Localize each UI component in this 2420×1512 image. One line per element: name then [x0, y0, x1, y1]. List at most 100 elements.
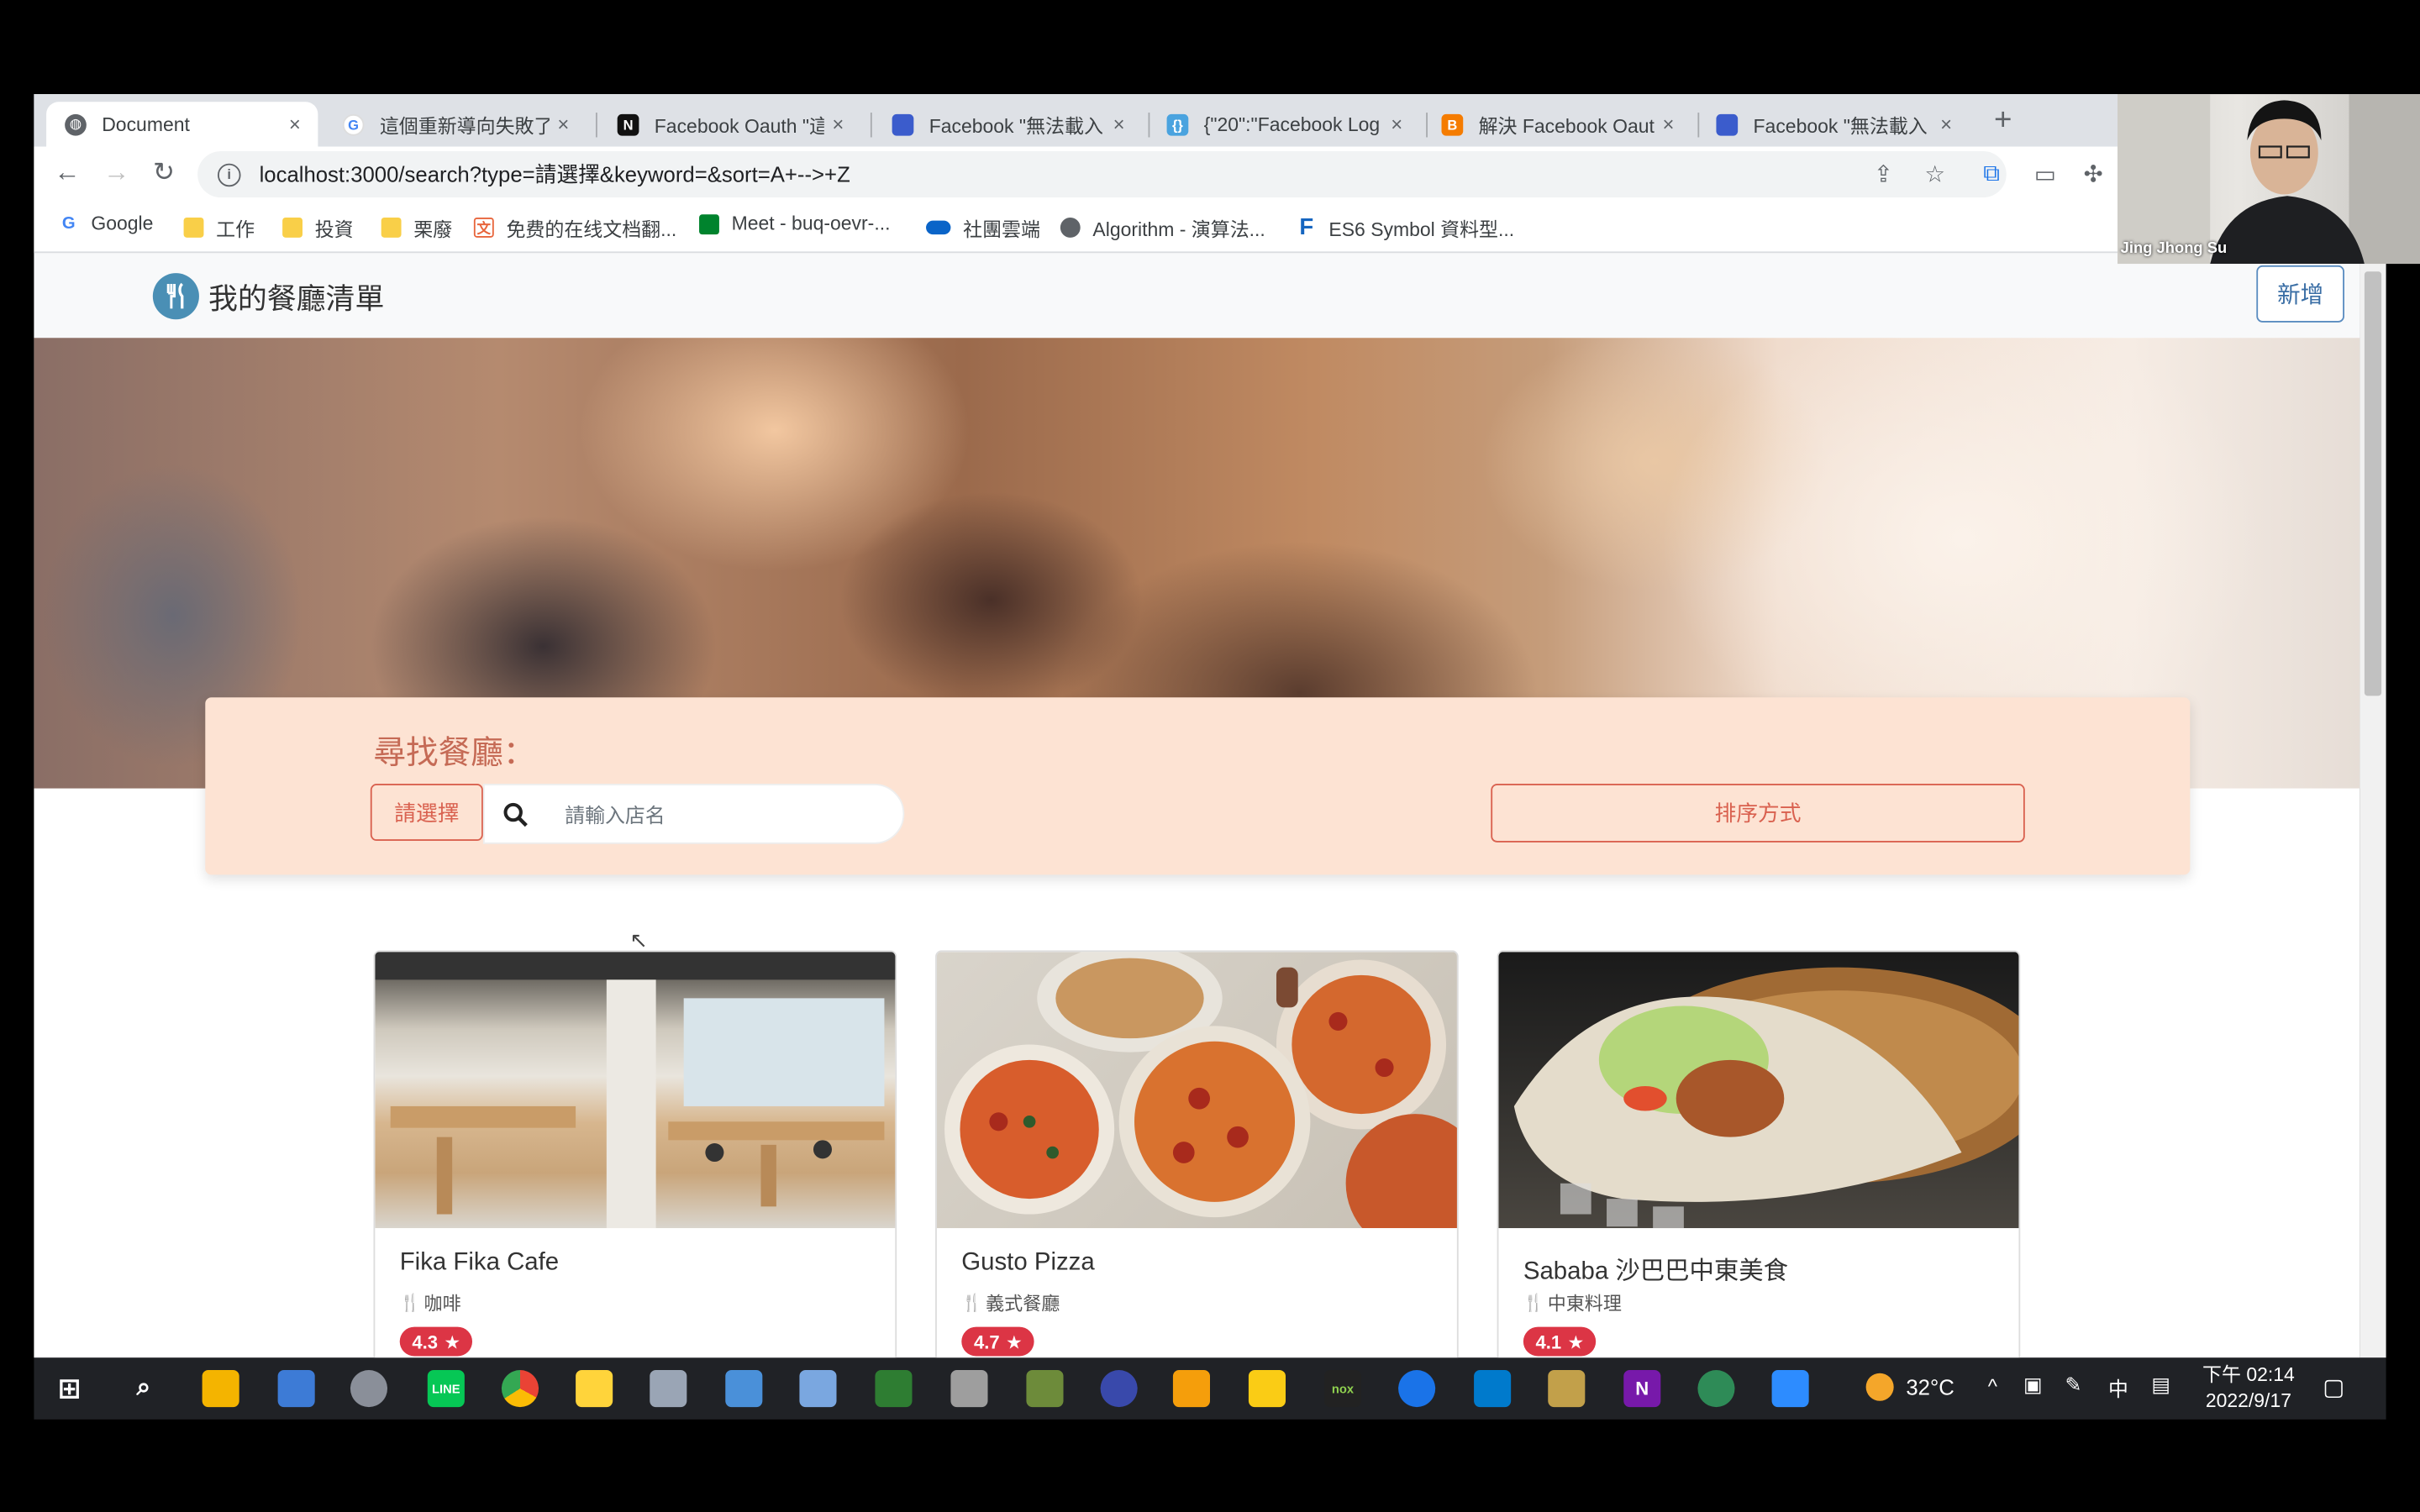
close-icon[interactable]: ×	[1933, 113, 1960, 136]
app-icon[interactable]	[650, 1370, 687, 1408]
page-scrollbar[interactable]	[2360, 253, 2386, 1358]
app-icon[interactable]	[1172, 1370, 1211, 1408]
bookmark-translate[interactable]: 文 免费的在线文档翻...	[473, 213, 676, 242]
app-icon[interactable]	[1697, 1370, 1735, 1408]
app-icon[interactable]	[1100, 1370, 1138, 1408]
tab-document[interactable]: ◍ Document ×	[46, 102, 318, 147]
google-icon: G	[342, 113, 365, 135]
brand-link[interactable]: 我的餐廳清單	[152, 273, 384, 320]
url-text[interactable]: localhost:3000/search?type=請選擇&keyword=&…	[260, 159, 850, 190]
restaurant-image[interactable]	[1498, 952, 2019, 1229]
translate-icon[interactable]: ⧉	[1983, 160, 2000, 186]
clock[interactable]: 下午 02:14 2022/9/17	[2202, 1362, 2295, 1415]
sticky-notes-icon[interactable]	[1248, 1370, 1286, 1408]
forward-icon[interactable]: →	[103, 157, 129, 188]
close-icon[interactable]: ×	[824, 113, 852, 136]
f-icon: F	[1299, 214, 1314, 241]
rating-value: 4.3	[412, 1331, 439, 1352]
restaurant-card[interactable]: Fika Fika Cafe 🍴 咖啡 4.3 ★	[373, 950, 897, 1358]
app-icon[interactable]	[1548, 1370, 1586, 1408]
app-icon[interactable]	[875, 1370, 913, 1408]
new-tab-button[interactable]: +	[1994, 103, 2012, 139]
restaurant-image[interactable]	[375, 952, 896, 1229]
search-icon[interactable]: ⌕	[125, 1370, 162, 1407]
restaurant-card[interactable]: Sababa 沙巴巴中東美食 🍴 中東料理 4.1 ★	[1497, 950, 2021, 1358]
star-icon: ★	[1567, 1331, 1585, 1352]
vscode-icon[interactable]	[1474, 1370, 1512, 1408]
ime-indicator[interactable]: 中	[2108, 1373, 2128, 1403]
notification-icon[interactable]: ▢	[2323, 1373, 2344, 1401]
bookmark-label: 工作	[216, 218, 255, 241]
bookmark-google[interactable]: G Google	[59, 213, 154, 234]
reload-icon[interactable]: ↻	[153, 157, 175, 188]
file-explorer-icon[interactable]	[202, 1370, 239, 1408]
info-icon[interactable]: i	[217, 162, 241, 186]
tray-chevron-icon[interactable]: ^	[1988, 1375, 1997, 1399]
restaurant-card[interactable]: Gusto Pizza 🍴 義式餐廳 4.7 ★	[935, 950, 1459, 1358]
app-icon[interactable]	[576, 1370, 613, 1408]
video-call-thumbnail: Jing Jhong Su	[2118, 94, 2420, 265]
nox-icon[interactable]: nox	[1323, 1370, 1362, 1408]
tab-facebook-load-2[interactable]: Facebook "無法載入 ×	[1697, 102, 1969, 146]
windows-start-icon[interactable]: ⊞	[51, 1370, 88, 1407]
rating-badge: 4.7 ★	[961, 1326, 1035, 1357]
bookmark-onedrive[interactable]: 社團雲端	[926, 213, 1040, 242]
close-icon[interactable]: ×	[281, 113, 308, 136]
close-icon[interactable]: ×	[1383, 113, 1411, 136]
address-bar[interactable]: i localhost:3000/search?type=請選擇&keyword…	[197, 151, 2007, 198]
bookmark-algorithm[interactable]: Algorithm - 演算法...	[1060, 213, 1265, 242]
minecraft-icon[interactable]	[1026, 1370, 1064, 1408]
app-icon[interactable]	[950, 1370, 988, 1408]
cast-icon[interactable]: ▭	[2034, 160, 2056, 188]
tab-facebook-load[interactable]: Facebook "無法載入 ×	[874, 102, 1143, 146]
onedrive-icon	[926, 220, 951, 235]
utensils-icon: 🍴	[1523, 1294, 1545, 1314]
bookmark-label: ES6 Symbol 資料型...	[1328, 218, 1515, 241]
tab-redirect-failed[interactable]: G 這個重新導向失敗了 ×	[324, 102, 587, 146]
paint-icon[interactable]	[799, 1370, 837, 1408]
star-icon[interactable]: ☆	[1924, 160, 1945, 188]
tab-solve-oauth[interactable]: B 解決 Facebook Oaut ×	[1423, 102, 1691, 146]
tab-json-log[interactable]: {} {"20":"Facebook Log ×	[1149, 102, 1420, 146]
keyboard-icon[interactable]: ▤	[2151, 1373, 2170, 1398]
app-icon[interactable]	[277, 1370, 315, 1408]
weather-widget[interactable]: 32°C	[1865, 1373, 1954, 1401]
scrollbar-thumb[interactable]	[2364, 271, 2382, 696]
close-icon[interactable]: ×	[1105, 113, 1133, 136]
bookmark-folder-misc[interactable]: 栗廢	[381, 213, 452, 242]
blogger-icon: B	[1441, 113, 1464, 135]
bookmark-es6[interactable]: F ES6 Symbol 資料型...	[1297, 213, 1514, 242]
bookmark-folder-work[interactable]: 工作	[183, 213, 255, 242]
app-icon[interactable]	[725, 1370, 763, 1408]
pen-icon[interactable]: ✎	[2065, 1373, 2082, 1398]
tab-facebook-oauth[interactable]: N Facebook Oauth "這 ×	[599, 102, 861, 146]
rating-value: 4.1	[1535, 1331, 1562, 1352]
back-icon[interactable]: ←	[54, 157, 80, 188]
bookmark-folder-invest[interactable]: 投資	[282, 213, 354, 242]
globe-icon: ◍	[65, 113, 87, 135]
search-title: 尋找餐廳：	[373, 736, 536, 772]
restaurant-image[interactable]	[936, 952, 1457, 1229]
extensions-icon[interactable]: ✣	[2084, 160, 2103, 188]
sort-button[interactable]: 排序方式	[1491, 784, 2025, 843]
line-icon[interactable]: LINE	[427, 1370, 465, 1408]
network-icon[interactable]: ▣	[2023, 1373, 2043, 1398]
share-icon[interactable]: ⇪	[1874, 160, 1893, 188]
maps-icon[interactable]	[1398, 1370, 1436, 1408]
zoom-icon[interactable]	[1771, 1370, 1809, 1408]
tab-title: 這個重新導向失敗了	[379, 115, 550, 138]
category-select-button[interactable]: 請選擇	[370, 784, 483, 842]
translate-icon: 文	[473, 217, 494, 238]
close-icon[interactable]: ×	[1655, 113, 1682, 136]
bookmark-meet[interactable]: Meet - buq-oevr-...	[699, 213, 890, 234]
chrome-icon[interactable]	[501, 1370, 539, 1408]
bookmark-label: 投資	[314, 218, 354, 241]
windows-taskbar: ⊞ ⌕ LINE nox N 32°C ^ ▣ ✎ 中 ▤ 下午 02:14 2…	[34, 1357, 2386, 1420]
onenote-icon[interactable]: N	[1623, 1370, 1661, 1408]
search-input[interactable]: 請輸入店名	[482, 784, 905, 844]
temperature: 32°C	[1906, 1374, 1954, 1399]
add-restaurant-button[interactable]: 新增	[2256, 265, 2345, 323]
folder-icon	[381, 217, 402, 238]
app-icon[interactable]	[350, 1370, 388, 1408]
close-icon[interactable]: ×	[550, 113, 577, 136]
